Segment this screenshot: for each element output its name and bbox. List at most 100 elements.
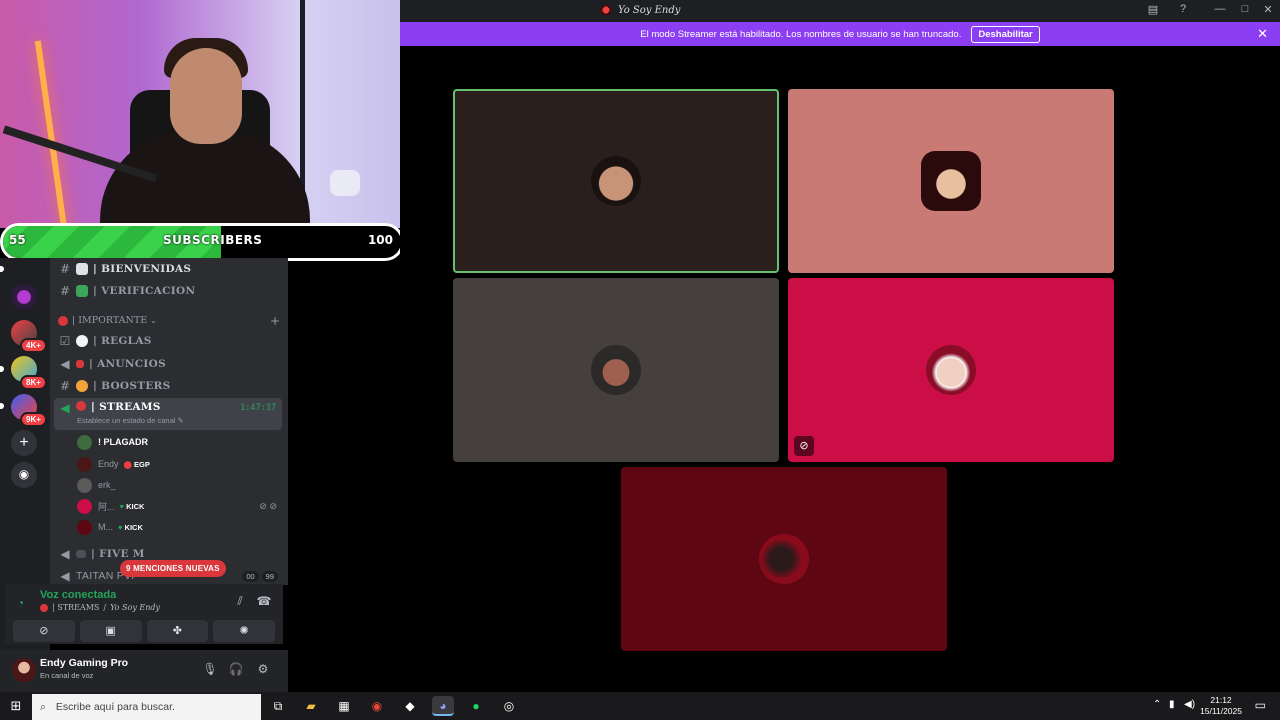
taskbar-search[interactable]: ⌕ Escribe aquí para buscar. [32, 694, 261, 720]
server-badge: 4K+ [20, 338, 47, 353]
app-icon[interactable]: ◆ [399, 696, 421, 716]
search-icon: ⌕ [40, 700, 46, 713]
channel-verificacion[interactable]: # | VERIFICACION [54, 280, 282, 302]
channel-user-count: 00 99 [242, 571, 278, 582]
participant-tile[interactable] [453, 89, 779, 273]
store-icon[interactable]: ▦ [333, 696, 355, 716]
category-importante[interactable]: | IMPORTANTE ⌄ + [58, 314, 280, 328]
avatar[interactable] [12, 658, 36, 682]
subscriber-goal-bar: 55 SUBSCRIBERS 100 [0, 223, 404, 261]
participant-tile[interactable] [453, 278, 779, 462]
server-icon[interactable] [11, 284, 37, 310]
minimize-icon[interactable]: — [1212, 3, 1228, 19]
user-name: M... [98, 522, 113, 532]
channel-bienvenidas[interactable]: # | BIENVENIDAS [54, 258, 282, 280]
channel-name: | ANUNCIOS [89, 358, 166, 370]
voice-user[interactable]: erk_ [77, 475, 116, 495]
avatar [591, 156, 641, 206]
channel-reglas[interactable]: ☑ | REGLAS [54, 330, 282, 352]
server-badge: 8K+ [20, 375, 47, 390]
webcam-overlay [0, 0, 400, 228]
user-tag: ♥ KICK [119, 501, 145, 511]
signal-icon[interactable]: ◔ [17, 596, 24, 610]
mic-tray-icon[interactable]: ▮ [1169, 699, 1175, 710]
spotify-icon[interactable]: ● [465, 696, 487, 716]
hash-icon: # [59, 284, 71, 298]
notifications-icon[interactable]: ▭ [1255, 698, 1266, 712]
avatar [591, 345, 641, 395]
user-status: En canal de voz [40, 671, 94, 680]
participant-tile[interactable] [788, 89, 1114, 273]
taskbar: ⊞ ⌕ Escribe aquí para buscar. ⧉ ▰ ▦ ◉ ◆ … [0, 692, 1280, 720]
tray-chevron-icon[interactable]: ⌃ [1153, 699, 1161, 710]
inbox-icon[interactable]: ▤ [1145, 3, 1161, 19]
maximize-icon[interactable]: □ [1237, 3, 1253, 19]
participant-tile[interactable] [621, 467, 947, 651]
participant-tile[interactable]: ⊘ [788, 278, 1114, 462]
microphone-icon[interactable]: 🎙 [201, 662, 219, 676]
file-explorer-icon[interactable]: ▰ [300, 696, 322, 716]
muted-icons: ⊘ ⊘ [259, 500, 277, 511]
voice-status[interactable]: Voz conectada [40, 589, 116, 601]
add-server-button[interactable]: + [11, 430, 37, 456]
volume-icon[interactable]: ◀) [1184, 699, 1195, 710]
category-name: | IMPORTANTE [72, 315, 148, 326]
avatar [77, 434, 92, 450]
channel-status[interactable]: Establece un estado de canal ✎ [77, 416, 184, 425]
user-name[interactable]: Endy Gaming Pro [40, 657, 128, 669]
camera-off-button[interactable]: ⊘ [13, 620, 75, 642]
close-icon[interactable]: ✕ [1260, 3, 1276, 19]
explore-icon[interactable]: ◉ [11, 462, 37, 488]
channel-boosters[interactable]: # | BOOSTERS [54, 375, 282, 397]
system-clock[interactable]: 21:12 15/11/2025 [1200, 695, 1242, 717]
channel-name: | BIENVENIDAS [93, 263, 192, 275]
banner-text: El modo Streamer está habilitado. Los no… [640, 28, 962, 40]
unread-dot [0, 266, 4, 272]
avatar [759, 534, 809, 584]
noise-suppression-icon[interactable]: ⫽ [231, 594, 249, 612]
task-view-icon[interactable]: ⧉ [267, 696, 289, 716]
add-channel-icon[interactable]: + [270, 314, 280, 328]
channel-streams[interactable]: ◀ | STREAMS 1:47:37 Establece un estado … [54, 398, 282, 430]
channel-list: # | BIENVENIDAS # | VERIFICACION | IMPOR… [50, 258, 288, 585]
voice-user[interactable]: M... ♥ KICK [77, 517, 143, 537]
user-tag: ♥ KICK [118, 522, 143, 532]
screen-share-button[interactable]: ▣ [79, 620, 142, 642]
server-badge: 9K+ [20, 412, 47, 427]
channel-anuncios[interactable]: ◀ | ANUNCIOS [54, 353, 282, 375]
rules-icon: ☑ [59, 334, 71, 348]
help-icon[interactable]: ? [1175, 3, 1191, 19]
avatar [77, 498, 92, 514]
close-banner-icon[interactable]: ✕ [1257, 26, 1268, 42]
obs-icon[interactable]: ◎ [498, 696, 520, 716]
voice-user[interactable]: 阿... ♥ KICK ⊘ ⊘ [77, 496, 287, 516]
new-mentions-pill[interactable]: 9 MENCIONES NUEVAS [120, 560, 226, 577]
disconnect-icon[interactable]: ☎ [255, 594, 273, 612]
hash-icon: # [59, 262, 71, 276]
settings-gear-icon[interactable]: ⚙ [254, 662, 272, 676]
channel-name: | BOOSTERS [93, 380, 171, 392]
check-icon [76, 285, 88, 297]
avatar [77, 456, 92, 472]
disable-button[interactable]: Deshabilitar [971, 25, 1040, 43]
windows-start-icon[interactable]: ⊞ [8, 698, 24, 714]
channel-name: | REGLAS [93, 335, 152, 347]
activities-button[interactable]: ✤ [146, 620, 209, 642]
megaphone-icon: ◀ [60, 357, 70, 371]
voice-user[interactable]: ! PLAGADR [77, 432, 148, 452]
discord-icon[interactable]: ◕ [432, 696, 454, 716]
megaphone-emoji-icon [76, 360, 84, 368]
avatar [921, 151, 981, 211]
voice-user[interactable]: Endy ⬤ EGP [77, 454, 150, 474]
unread-dot [0, 403, 4, 409]
mail-icon [76, 263, 88, 275]
camera-off-icon: ⊘ [794, 436, 814, 456]
channel-name: | FIVE M [91, 548, 145, 560]
headphones-icon[interactable]: 🎧 [227, 662, 245, 676]
chrome-icon[interactable]: ◉ [366, 696, 388, 716]
avatar [77, 519, 92, 535]
avatar [926, 345, 976, 395]
voice-location[interactable]: | STREAMS / Yo Soy Endy [40, 603, 160, 612]
user-panel: Endy Gaming Pro En canal de voz 🎙 🎧 ⚙ [0, 650, 288, 692]
soundboard-button[interactable]: ✺ [213, 620, 275, 642]
